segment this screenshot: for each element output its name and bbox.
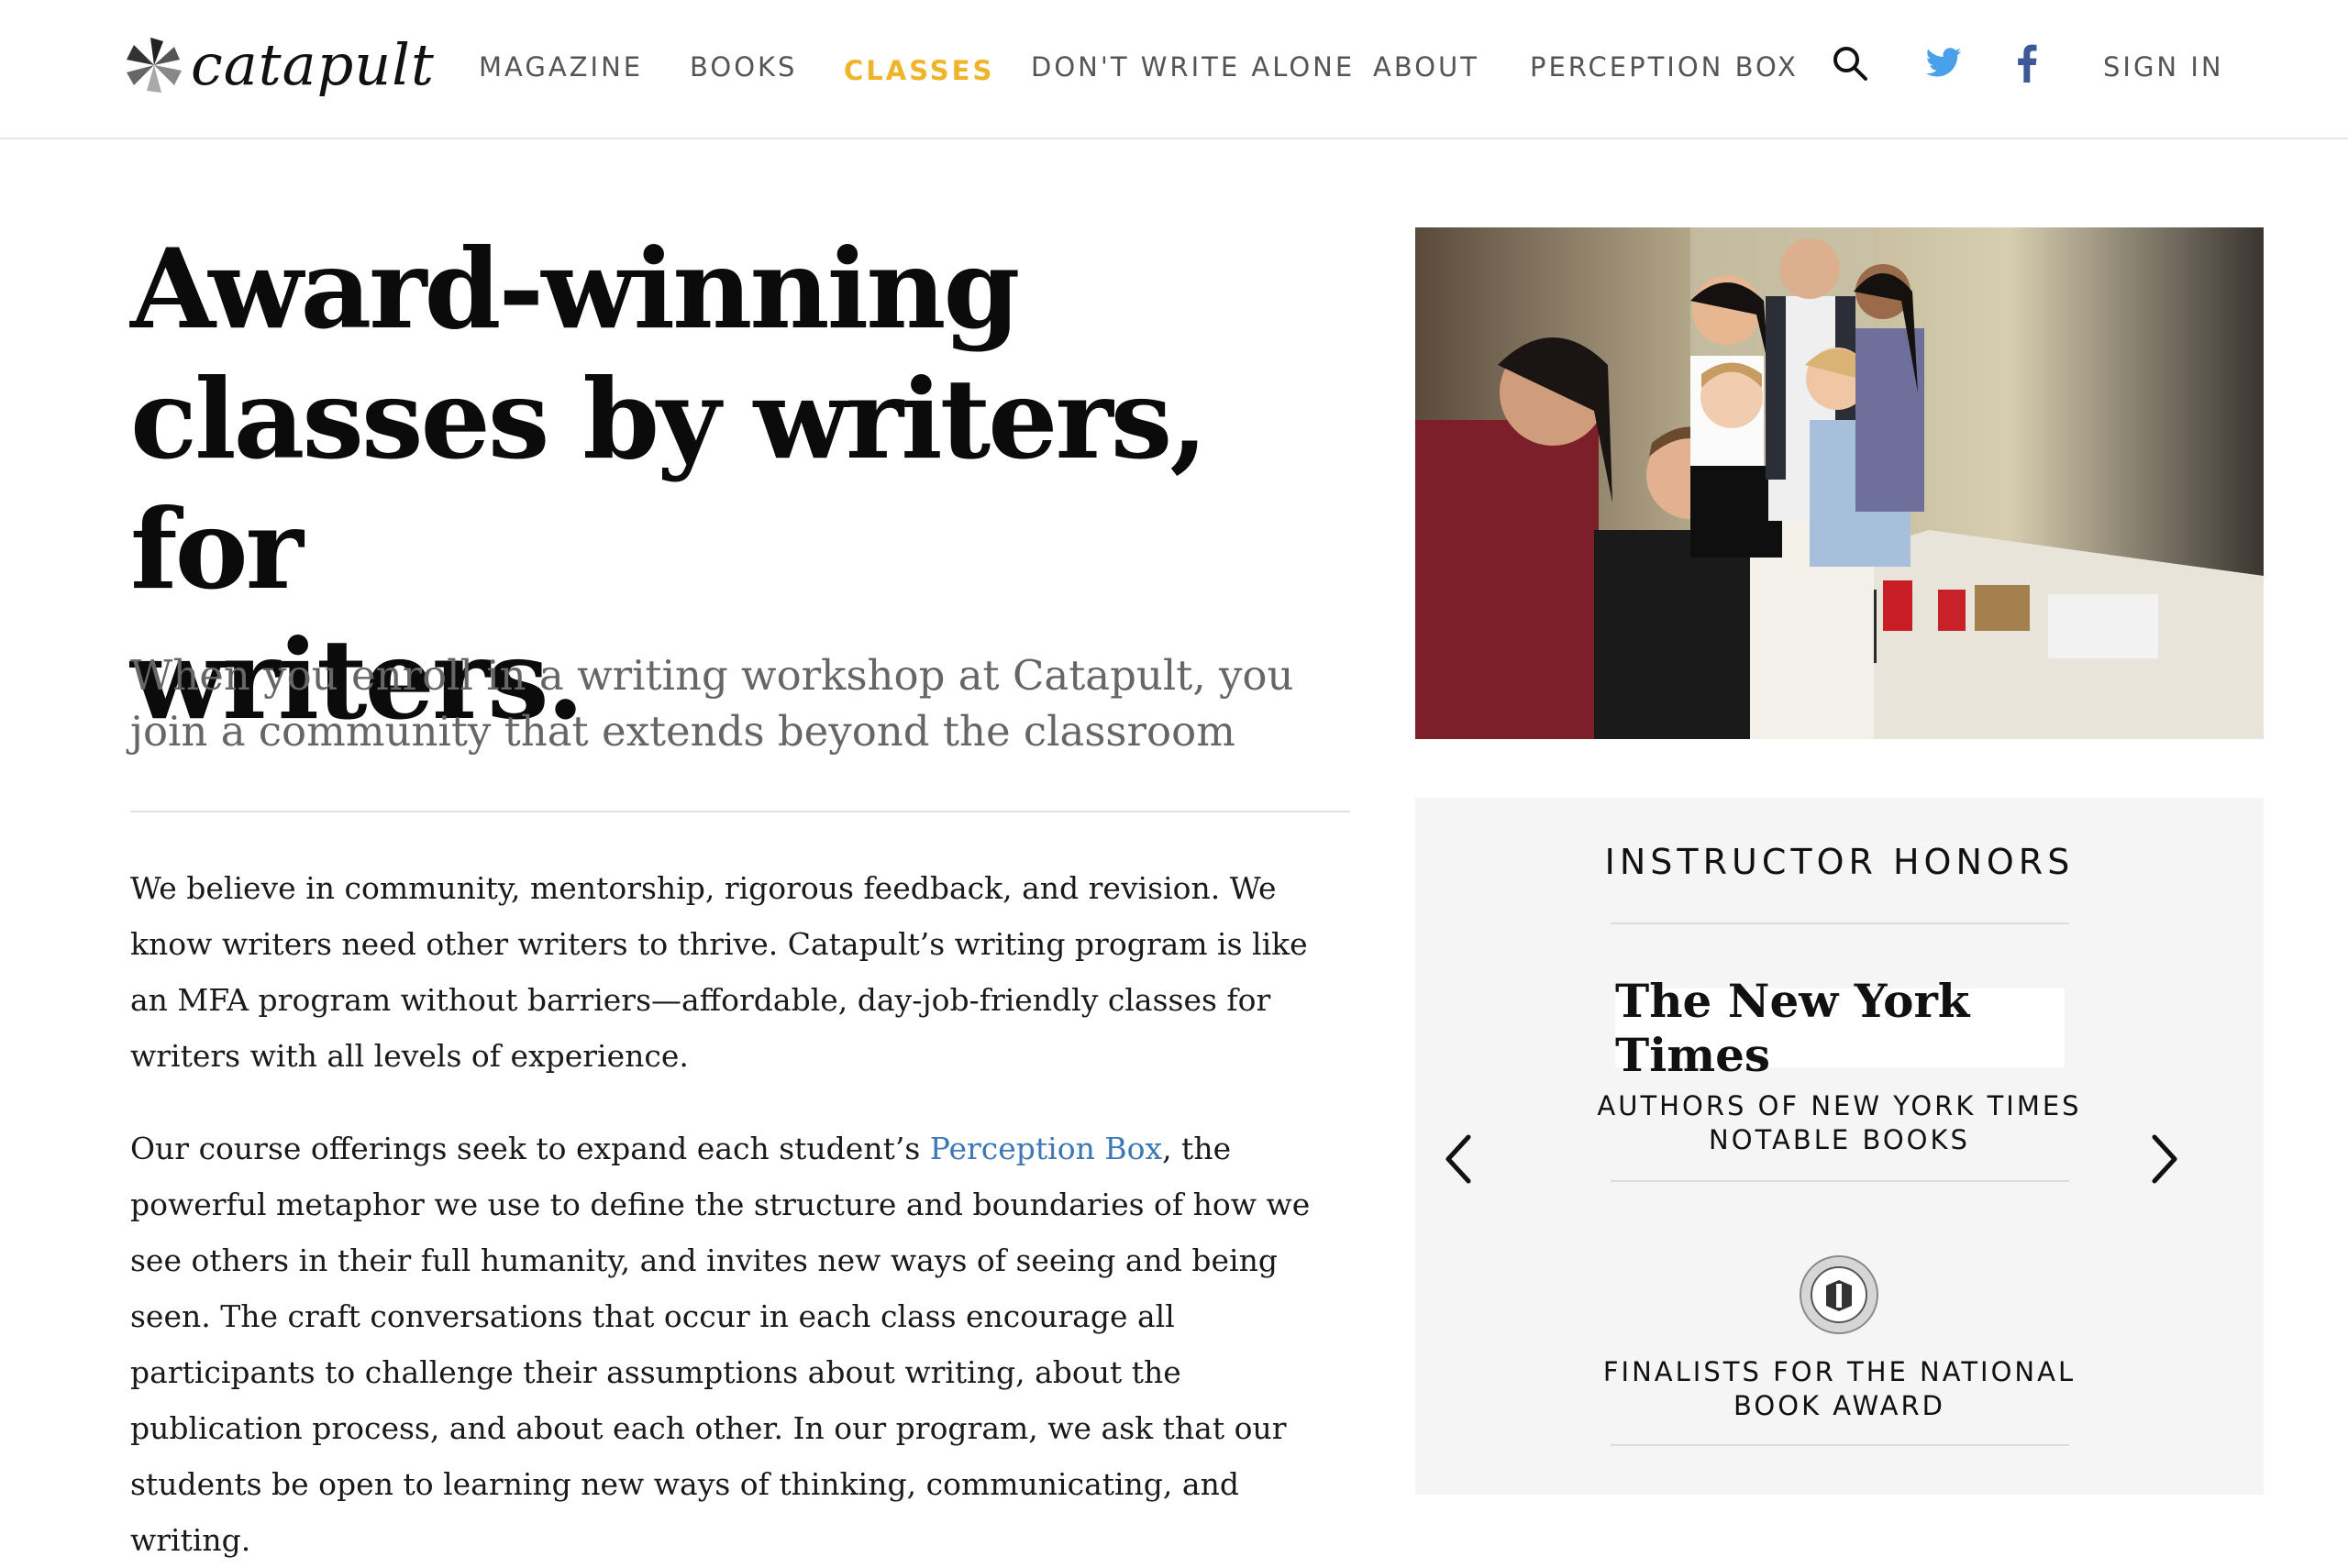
- nav-perception-box[interactable]: PERCEPTION BOX: [1530, 51, 1799, 83]
- hero-subtitle: When you enroll in a writing workshop at…: [130, 651, 1294, 756]
- carousel-next-arrow-icon[interactable]: [2142, 1130, 2187, 1188]
- nyt-logo: The New York Times: [1615, 974, 2065, 1082]
- nav-dont-write-alone[interactable]: DON'T WRITE ALONE: [1031, 51, 1355, 83]
- national-book-award-seal-icon: [1800, 1255, 1878, 1334]
- offerings-paragraph: Our course offerings seek to expand each…: [130, 1121, 1350, 1568]
- offerings-text-after: , the powerful metaphor we use to define…: [130, 1131, 1311, 1558]
- intro-paragraph: We believe in community, mentorship, rig…: [130, 870, 1308, 1074]
- nav-magazine[interactable]: MAGAZINE: [479, 51, 643, 83]
- honors-divider: [1611, 922, 2069, 924]
- main-nav: MAGAZINE BOOKS CLASSES DON'T WRITE ALONE…: [0, 0, 2348, 138]
- sign-in-link[interactable]: SIGN IN: [2103, 51, 2224, 83]
- group-photo-illustration: [1415, 227, 2264, 739]
- title-line-2: classes by writers, for: [130, 355, 1208, 614]
- honor-label-nba-line-1: FINALISTS FOR THE NATIONAL: [1602, 1356, 2077, 1387]
- twitter-icon[interactable]: [1922, 44, 1965, 83]
- site-header: catapult MAGAZINE BOOKS CLASSES DON'T WR…: [0, 0, 2348, 139]
- offerings-text-before: Our course offerings seek to expand each…: [130, 1131, 930, 1166]
- honor-label-nba-line-2: BOOK AWARD: [1733, 1390, 1945, 1421]
- perception-box-link[interactable]: Perception Box: [930, 1131, 1162, 1166]
- carousel-prev-arrow-icon[interactable]: [1435, 1130, 1481, 1188]
- facebook-icon[interactable]: [2012, 44, 2042, 83]
- honor-label-nyt-line-1: AUTHORS OF NEW YORK TIMES: [1597, 1090, 2082, 1121]
- instructor-honors-panel: INSTRUCTOR HONORS The New York Times AUT…: [1415, 798, 2264, 1495]
- nav-classes[interactable]: CLASSES: [844, 55, 994, 86]
- nav-books[interactable]: BOOKS: [690, 51, 797, 83]
- section-divider: [130, 811, 1350, 812]
- nav-about[interactable]: ABOUT: [1373, 51, 1479, 83]
- title-line-1: Award-winning: [130, 225, 1020, 354]
- class-group-photo: [1415, 227, 2264, 739]
- nyt-logo-text: The New York Times: [1615, 974, 1970, 1082]
- honors-divider: [1611, 1444, 2069, 1446]
- search-icon[interactable]: [1831, 44, 1869, 83]
- honors-title: INSTRUCTOR HONORS: [1604, 842, 2075, 882]
- honor-label-nyt-line-2: NOTABLE BOOKS: [1709, 1124, 1970, 1155]
- honors-divider: [1611, 1180, 2069, 1182]
